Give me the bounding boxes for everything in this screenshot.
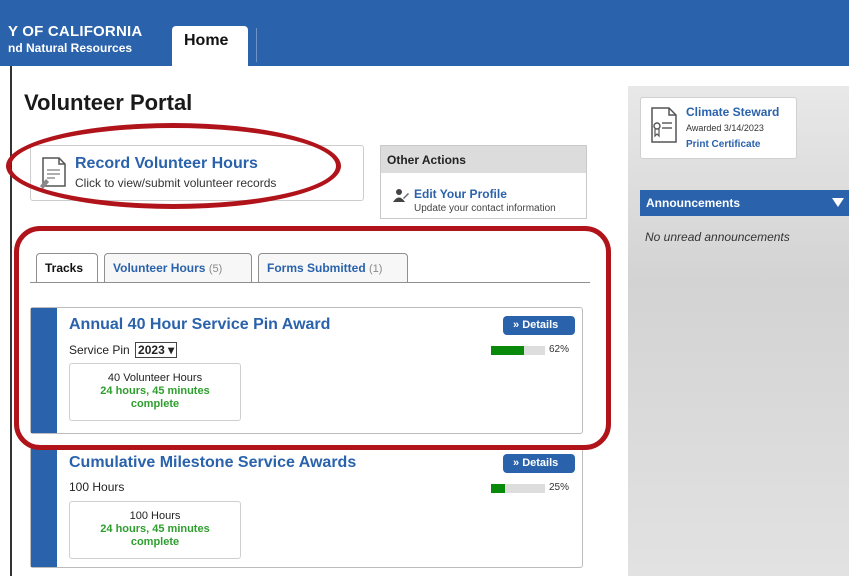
caret-down-icon[interactable] xyxy=(832,198,844,207)
hours-completed: 24 hours, 45 minutes xyxy=(100,523,210,535)
announcements-empty-text: No unread announcements xyxy=(645,230,790,244)
track-subtitle: 100 Hours xyxy=(69,480,125,494)
print-certificate-link[interactable]: Print Certificate xyxy=(686,139,760,150)
edit-profile-link[interactable]: Edit Your Profile xyxy=(414,187,507,201)
progress-bar-fill xyxy=(491,484,505,493)
annotation-rectangle xyxy=(14,226,611,450)
double-chevron-right-icon: » xyxy=(513,457,520,469)
details-button[interactable]: » Details xyxy=(503,454,575,473)
hours-progress-box: 100 Hours 24 hours, 45 minutes complete xyxy=(69,501,241,559)
tab-separator xyxy=(256,28,257,62)
details-button-label: Details xyxy=(522,457,559,469)
hours-completed-suffix: complete xyxy=(130,536,180,548)
other-actions-panel: Other Actions Edit Your Profile Update y… xyxy=(380,145,587,219)
other-actions-heading: Other Actions xyxy=(381,146,586,173)
annotation-ellipse xyxy=(6,123,341,209)
track-card-milestone: Cumulative Milestone Service Awards 100 … xyxy=(30,446,583,568)
announcements-heading: Announcements xyxy=(646,196,741,210)
progress-percent: 25% xyxy=(549,482,570,493)
announcements-header[interactable]: Announcements xyxy=(640,190,849,216)
hours-goal: 100 Hours xyxy=(129,510,181,522)
page-title: Volunteer Portal xyxy=(24,90,193,115)
edit-profile-subtitle: Update your contact information xyxy=(414,203,556,214)
certificate-date: Awarded 3/14/2023 xyxy=(686,123,764,133)
certificate-card: Climate Steward Awarded 3/14/2023 Print … xyxy=(640,97,797,159)
certificate-icon xyxy=(651,107,677,143)
track-title[interactable]: Cumulative Milestone Service Awards xyxy=(69,454,356,472)
top-banner: Y OF CALIFORNIA nd Natural Resources Hom… xyxy=(0,0,849,68)
track-accent-bar xyxy=(31,446,57,567)
org-brand[interactable]: Y OF CALIFORNIA nd Natural Resources xyxy=(8,24,142,56)
org-name-line2: nd Natural Resources xyxy=(8,41,133,55)
right-sidebar xyxy=(628,86,849,576)
org-name-line1: Y OF CALIFORNIA xyxy=(8,23,143,40)
progress-bar xyxy=(491,484,545,493)
certificate-title[interactable]: Climate Steward xyxy=(686,105,779,119)
person-edit-icon xyxy=(393,189,409,202)
tab-home[interactable]: Home xyxy=(172,26,248,68)
